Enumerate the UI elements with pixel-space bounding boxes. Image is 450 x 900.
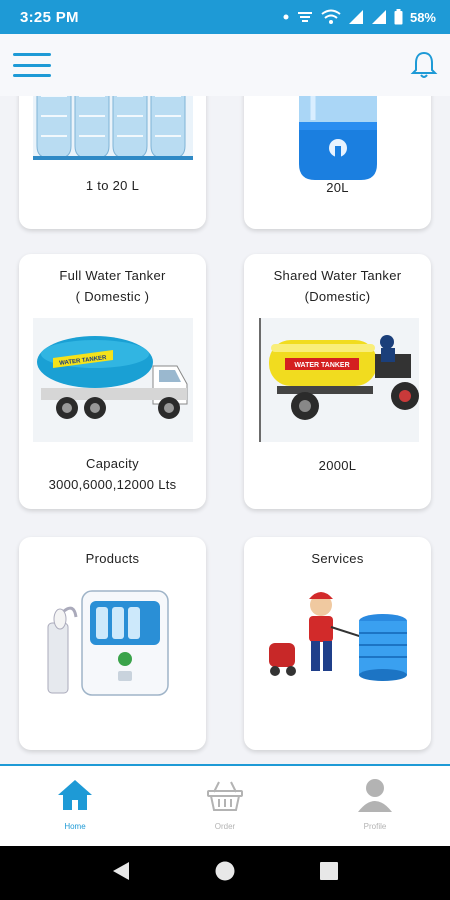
card-shared-water-tanker[interactable]: Shared Water Tanker (Domestic) WATER TAN… — [244, 254, 431, 509]
home-circle-icon[interactable] — [214, 860, 236, 887]
shared-tanker-capacity: 2000L — [318, 458, 357, 473]
home-icon — [56, 778, 94, 817]
hamburger-menu-icon[interactable] — [13, 53, 51, 77]
battery-icon — [394, 9, 403, 25]
basket-icon — [206, 778, 244, 817]
system-navigation-bar — [0, 846, 450, 900]
tractor-banner-text: WATER TANKER — [294, 362, 349, 369]
status-bar: 3:25 PM 58% — [0, 0, 450, 34]
battery-percent: 58% — [409, 9, 436, 25]
water-purifier-image — [19, 583, 206, 703]
signal-icon — [348, 9, 364, 25]
cleaning-service-image — [244, 583, 431, 703]
bottles-image — [19, 96, 206, 162]
services-title: Services — [311, 551, 364, 566]
bottles-caption: 1 to 20 L — [85, 178, 140, 193]
full-tanker-capacity-label: Capacity — [86, 456, 139, 471]
user-icon — [356, 778, 394, 817]
wifi-icon — [321, 9, 341, 25]
dot-icon — [283, 14, 289, 20]
product-grid: 1 to 20 L 20L Full Water Tanker ( Domest… — [0, 96, 450, 764]
recents-icon[interactable] — [319, 861, 339, 886]
water-tanker-tractor-image: WATER TANKER — [244, 318, 431, 442]
products-title: Products — [85, 551, 140, 566]
card-products[interactable]: Products — [19, 537, 206, 750]
data-saver-icon — [296, 9, 314, 25]
nav-home-label: Home — [64, 822, 86, 831]
full-tanker-title: Full Water Tanker — [59, 268, 166, 283]
bottom-navigation: Home Order Profile — [0, 764, 450, 846]
status-icons: 58% — [283, 9, 436, 25]
full-tanker-capacity-value: 3000,6000,12000 Lts — [48, 477, 177, 492]
nav-profile[interactable]: Profile — [300, 766, 450, 846]
signal-icon — [371, 9, 387, 25]
card-services[interactable]: Services — [244, 537, 431, 750]
nav-home[interactable]: Home — [0, 766, 150, 846]
back-icon[interactable] — [111, 860, 131, 887]
nav-order[interactable]: Order — [150, 766, 300, 846]
card-dispenser[interactable]: 20L — [244, 96, 431, 229]
shared-tanker-title: Shared Water Tanker — [273, 268, 402, 283]
nav-order-label: Order — [214, 822, 236, 831]
card-full-water-tanker[interactable]: Full Water Tanker ( Domestic ) WATER TAN… — [19, 254, 206, 509]
nav-profile-label: Profile — [363, 822, 387, 831]
dispenser-caption: 20L — [326, 180, 349, 195]
water-tanker-truck-image: WATER TANKER — [19, 318, 206, 442]
full-tanker-subtitle: ( Domestic ) — [75, 289, 150, 304]
dispenser-image — [244, 96, 431, 182]
bell-icon[interactable] — [410, 50, 438, 80]
app-bar — [0, 34, 450, 96]
shared-tanker-subtitle: (Domestic) — [304, 289, 371, 304]
status-time: 3:25 PM — [20, 8, 79, 26]
card-bottles[interactable]: 1 to 20 L — [19, 96, 206, 229]
